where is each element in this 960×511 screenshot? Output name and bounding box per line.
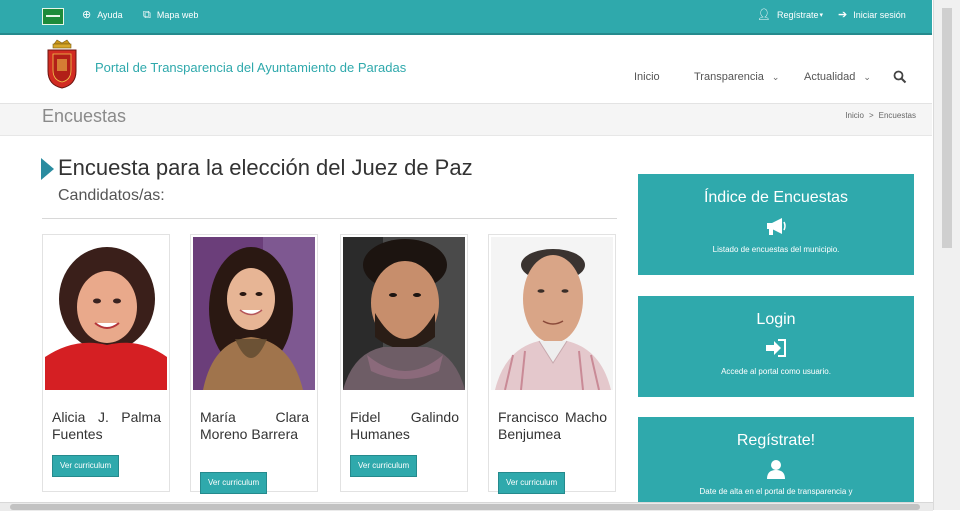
nav-actualidad-label: Actualidad: [804, 71, 856, 83]
site-title[interactable]: Portal de Transparencia del Ayuntamiento…: [95, 60, 406, 75]
title-marker-icon: [41, 158, 54, 180]
surveys-index-card[interactable]: Índice de Encuestas Listado de encuestas…: [638, 174, 914, 275]
top-bar: ⊕ Ayuda ⧉ Mapa web 👤︎ Regístrate ▾ ➔ Ini…: [0, 0, 932, 35]
login-card-title: Login: [756, 311, 796, 328]
nav-transparencia[interactable]: Transparencia ⌄: [694, 71, 779, 83]
help-label: Ayuda: [97, 10, 123, 20]
login-label: Iniciar sesión: [853, 10, 906, 20]
sign-in-icon: [766, 339, 786, 357]
candidate-photo: [45, 237, 167, 390]
sitemap-icon: ⧉: [143, 8, 151, 21]
nav-actualidad[interactable]: Actualidad ⌄: [804, 71, 871, 83]
caret-down-icon: ▾: [819, 12, 824, 19]
main-content: Encuesta para la elección del Juez de Pa…: [0, 136, 932, 502]
view-cv-button[interactable]: Ver curriculum: [498, 472, 566, 494]
candidate-name: María Clara Moreno Barrera: [200, 409, 309, 442]
login-link[interactable]: ➔ Iniciar sesión: [838, 8, 906, 21]
register-card-desc: Date de alta en el portal de transparenc…: [699, 487, 853, 496]
view-cv-button[interactable]: Ver curriculum: [200, 472, 268, 494]
register-card[interactable]: Regístrate! Date de alta en el portal de…: [638, 417, 914, 502]
login-card-desc: Accede al portal como usuario.: [721, 367, 831, 376]
junta-logo[interactable]: [42, 8, 64, 25]
chevron-down-icon: ⌄: [863, 71, 871, 82]
candidate-name: Francisco Macho Benjumea: [498, 409, 607, 442]
sitemap-link[interactable]: ⧉ Mapa web: [143, 8, 199, 21]
surveys-index-title: Índice de Encuestas: [703, 189, 849, 206]
breadcrumb-separator: >: [868, 111, 874, 120]
candidate-name: Alicia J. Palma Fuentes: [52, 409, 161, 442]
nav-inicio-label: Inicio: [634, 71, 660, 83]
candidate-card: Francisco Macho Benjumea Ver curriculum: [488, 234, 616, 494]
view-cv-button[interactable]: Ver curriculum: [350, 455, 418, 477]
plus-circle-icon: ⊕: [82, 8, 92, 21]
candidate-photo: [193, 237, 315, 390]
register-card-title: Regístrate!: [736, 432, 816, 449]
candidate-name: Fidel Galindo Humanes: [350, 409, 459, 442]
page-title-bar: Encuestas Inicio > Encuestas: [0, 104, 932, 136]
candidate-card: Fidel Galindo Humanes Ver curriculum: [340, 234, 468, 492]
vertical-scrollbar[interactable]: [933, 0, 960, 510]
view-cv-button[interactable]: Ver curriculum: [52, 455, 120, 477]
nav-inicio[interactable]: Inicio: [634, 71, 660, 83]
scrollbar-thumb[interactable]: [942, 8, 952, 248]
scrollbar-thumb[interactable]: [10, 504, 920, 510]
page-title: Encuestas: [42, 106, 127, 126]
register-label: Regístrate: [776, 10, 819, 20]
help-link[interactable]: ⊕ Ayuda: [82, 8, 123, 21]
search-icon[interactable]: [893, 70, 907, 84]
user-icon: [767, 460, 785, 479]
login-card[interactable]: Login Accede al portal como usuario.: [638, 296, 914, 397]
town-crest-logo[interactable]: [45, 39, 79, 89]
megaphone-icon: [767, 218, 786, 235]
breadcrumb-home[interactable]: Inicio: [845, 111, 864, 120]
register-dropdown[interactable]: 👤︎ Regístrate ▾: [757, 8, 824, 21]
candidate-card: María Clara Moreno Barrera Ver curriculu…: [190, 234, 318, 494]
site-header: Portal de Transparencia del Ayuntamiento…: [0, 35, 932, 104]
sign-in-icon: ➔: [838, 8, 848, 21]
candidate-card: Alicia J. Palma Fuentes Ver curriculum: [42, 234, 170, 492]
breadcrumb-current: Encuestas: [878, 111, 916, 120]
nav-transparencia-label: Transparencia: [694, 71, 764, 83]
surveys-index-desc: Listado de encuestas del municipio.: [712, 245, 840, 254]
user-icon: 👤︎: [757, 8, 771, 21]
candidate-photo: [343, 237, 465, 390]
breadcrumb: Inicio > Encuestas: [845, 111, 916, 120]
chevron-down-icon: ⌄: [771, 71, 780, 82]
poll-title: Encuesta para la elección del Juez de Pa…: [58, 155, 473, 180]
divider: [42, 218, 617, 219]
sitemap-label: Mapa web: [156, 10, 199, 20]
candidate-photo: [491, 237, 613, 390]
poll-subtitle: Candidatos/as:: [58, 187, 165, 204]
